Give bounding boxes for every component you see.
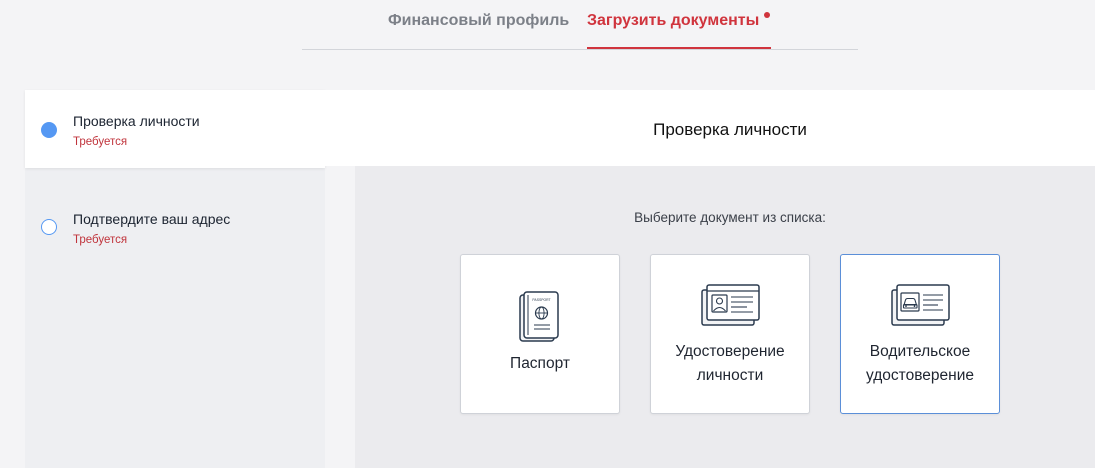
passport-card[interactable]: PASSPORT Паспорт (460, 254, 620, 414)
tab-financial-profile[interactable]: Финансовый профиль (388, 12, 569, 30)
id-card-icon (701, 284, 760, 326)
top-tabs: Финансовый профиль Загрузить документы (302, 0, 858, 50)
document-selection-panel: Выберите документ из списка: PASSPORT Па… (355, 166, 1095, 468)
step-inactive-indicator (41, 219, 57, 235)
driver-license-label-line2: удостоверение (866, 367, 974, 384)
step-status: Требуется (73, 234, 128, 246)
step-status: Требуется (73, 136, 128, 148)
driver-license-icon (891, 284, 950, 326)
id-card-card[interactable]: Удостоверение личности (650, 254, 810, 414)
id-card-label: Удостоверение личности (651, 340, 809, 388)
step-identity-verification[interactable]: Проверка личности Требуется (25, 90, 325, 168)
document-prompt: Выберите документ из списка: (634, 210, 826, 225)
step-title: Проверка личности (73, 113, 200, 129)
id-card-label-line2: личности (696, 367, 764, 384)
passport-icon: PASSPORT (519, 291, 559, 342)
steps-sidebar: Проверка личности Требуется Подтвердите … (25, 90, 325, 468)
driver-license-card[interactable]: Водительское удостоверение (840, 254, 1000, 414)
step-confirm-address[interactable]: Подтвердите ваш адрес Требуется (25, 188, 325, 266)
driver-license-label: Водительское удостоверение (841, 340, 999, 388)
id-card-label-line1: Удостоверение (675, 343, 785, 360)
page-title: Проверка личности (653, 120, 807, 139)
driver-license-label-line1: Водительское (869, 343, 971, 360)
passport-icon-text: PASSPORT (532, 298, 550, 302)
page: Финансовый профиль Загрузить документы П… (0, 0, 1095, 468)
tab-upload-documents[interactable]: Загрузить документы (587, 12, 759, 30)
active-tab-underline (587, 47, 771, 49)
step-title: Подтвердите ваш адрес (73, 211, 231, 227)
main-header: Проверка личности (325, 90, 1095, 166)
notification-dot (764, 12, 770, 18)
passport-label: Паспорт (510, 355, 570, 372)
step-active-indicator (41, 122, 57, 138)
